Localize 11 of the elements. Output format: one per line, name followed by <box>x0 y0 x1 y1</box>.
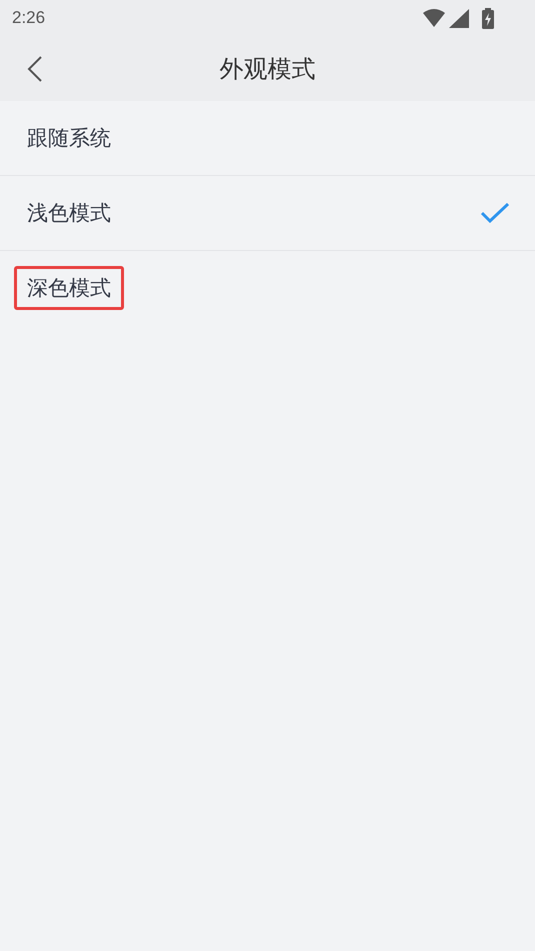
option-row[interactable]: 跟随系统 <box>0 101 535 176</box>
signal-icon <box>449 8 469 28</box>
wifi-icon <box>423 9 445 27</box>
option-row[interactable]: 深色模式 <box>0 251 535 325</box>
page-title: 外观模式 <box>220 54 316 84</box>
status-time: 2:26 <box>12 8 46 28</box>
battery-icon <box>481 8 495 28</box>
option-row[interactable]: 浅色模式 <box>0 176 535 251</box>
option-label: 浅色模式 <box>26 200 112 227</box>
option-label: 深色模式 <box>14 266 124 310</box>
option-label: 跟随系统 <box>26 125 112 152</box>
